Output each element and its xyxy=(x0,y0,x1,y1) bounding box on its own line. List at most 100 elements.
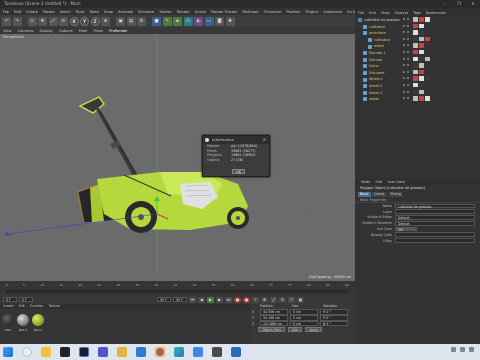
object-name[interactable]: wheel.2 xyxy=(369,83,382,90)
camera-icon[interactable]: ◙ xyxy=(215,16,224,26)
visibility-dot-icon[interactable] xyxy=(403,90,405,93)
menu-item-tracker[interactable]: Tracker xyxy=(159,10,172,14)
position-z-field[interactable]: 121.686 cm xyxy=(260,320,288,327)
material-tag-icon[interactable] xyxy=(419,96,424,101)
material-tag-icon[interactable] xyxy=(419,43,424,48)
keyframe-icon[interactable]: ? xyxy=(252,296,259,303)
object-row[interactable]: cultivator xyxy=(355,36,480,44)
object-row[interactable]: Extruded xyxy=(355,69,480,77)
menu-item-simulate[interactable]: Simulate xyxy=(138,10,154,14)
object-row[interactable]: cultivator xyxy=(355,23,480,31)
visibility-dot-icon[interactable] xyxy=(407,50,409,53)
material-ball[interactable] xyxy=(17,314,29,326)
apply-button[interactable]: Apply xyxy=(305,327,323,333)
current-frame-field[interactable]: 0 F xyxy=(19,296,33,303)
material-tag-icon[interactable] xyxy=(425,76,430,81)
visibility-dot-icon[interactable] xyxy=(407,64,409,67)
attribute-tab-coord[interactable]: Coord. xyxy=(372,191,388,197)
material-tag-icon[interactable] xyxy=(419,56,424,62)
floor-icon[interactable]: ▭ xyxy=(204,16,214,26)
menu-item-select[interactable]: Select xyxy=(60,10,71,14)
maximize-button[interactable]: ❐ xyxy=(452,0,466,8)
menu-item-render[interactable]: Render xyxy=(177,10,190,14)
end-frame-field[interactable]: 90 F xyxy=(157,296,171,303)
visibility-dot-icon[interactable] xyxy=(407,44,409,47)
visibility-dot-icon[interactable] xyxy=(403,24,405,27)
object-name[interactable]: Wheel.1 xyxy=(369,76,383,83)
visibility-dot-icon[interactable] xyxy=(403,31,405,34)
undo-icon[interactable]: ↶ xyxy=(2,16,11,26)
material-tag-icon[interactable] xyxy=(419,49,424,55)
menu-item-snap[interactable]: Snap xyxy=(104,10,113,14)
material-tag-icon[interactable] xyxy=(425,96,430,101)
minimize-button[interactable]: – xyxy=(438,0,452,8)
size-z-field[interactable]: 0 cm xyxy=(290,320,318,327)
menu-item-pipeline[interactable]: Pipeline xyxy=(286,10,300,14)
menu-item-create[interactable]: Create xyxy=(26,10,38,14)
timeline-track[interactable] xyxy=(6,290,349,293)
object-name[interactable]: wheel.3 xyxy=(369,90,382,97)
attribute-property-value[interactable] xyxy=(395,238,475,244)
attribute-property-value[interactable]: Default xyxy=(395,220,475,226)
record-icon[interactable]: ● xyxy=(234,296,241,303)
attribute-menu-edit[interactable]: Edit xyxy=(376,180,383,184)
material-tag-icon[interactable] xyxy=(413,23,418,29)
object-menu-bookmarks[interactable]: Bookmarks xyxy=(426,11,446,15)
material-ball[interactable] xyxy=(2,314,14,326)
object-menu-view[interactable]: View xyxy=(381,11,390,15)
light-icon[interactable]: ✺ xyxy=(225,16,235,26)
size-x-field[interactable]: 0 cm xyxy=(290,309,318,315)
material-tag-icon[interactable] xyxy=(413,69,418,75)
dialog-close-icon[interactable]: ✕ xyxy=(263,136,266,144)
visibility-dot-icon[interactable] xyxy=(407,37,409,40)
timeline[interactable]: 0 5 10 15 20 25 30 35 40 45 50 55 60 65 70 75 80 85 90 xyxy=(0,281,355,295)
object-name[interactable]: wheel xyxy=(369,96,379,103)
play-icon[interactable]: ▶ xyxy=(207,296,214,303)
menu-item-character[interactable]: Character xyxy=(264,10,282,14)
object-row[interactable]: wheel.2 xyxy=(355,82,480,90)
edge-icon[interactable] xyxy=(174,347,184,357)
object-name[interactable]: arrachera xyxy=(369,30,385,37)
z-axis-toggle[interactable]: Z xyxy=(90,16,100,26)
grid-key-icon[interactable]: ▦ xyxy=(297,296,304,303)
move-icon[interactable]: ✥ xyxy=(38,16,47,26)
material-tag-icon[interactable] xyxy=(425,56,430,62)
visibility-dot-icon[interactable] xyxy=(407,57,409,60)
render-view-icon[interactable]: ▣ xyxy=(116,16,125,26)
coordinate-system-icon[interactable]: ⊕ xyxy=(101,16,110,26)
visibility-dot-icon[interactable] xyxy=(403,37,405,40)
object-menu-objects[interactable]: Objects xyxy=(395,11,409,15)
x-axis-toggle[interactable]: X xyxy=(69,16,79,26)
material-tag-icon[interactable] xyxy=(413,76,418,81)
menu-item-plugins[interactable]: Plugins xyxy=(305,10,318,14)
object-row[interactable]: Wheel.1 xyxy=(355,76,480,83)
start-icon[interactable] xyxy=(3,347,13,357)
attribute-property-value[interactable] xyxy=(395,232,475,238)
object-name[interactable]: wheel xyxy=(374,43,384,50)
material-tag-icon[interactable] xyxy=(419,89,424,95)
param-key-icon[interactable]: P xyxy=(288,296,295,303)
viewport[interactable]: Perspective Grid Spacing : 10000 cm xyxy=(0,34,355,281)
visibility-dot-icon[interactable] xyxy=(403,97,405,100)
menu-item-tools[interactable]: Tools xyxy=(76,10,85,14)
material-tag-icon[interactable] xyxy=(413,82,418,88)
go-end-icon[interactable]: ⏭ xyxy=(225,296,232,303)
rotate-key-icon[interactable]: ⟳ xyxy=(279,296,286,303)
menu-item-edit[interactable]: Edit xyxy=(14,10,21,14)
material-tag-icon[interactable] xyxy=(419,63,424,68)
viewport-menu-filter[interactable]: Filter xyxy=(79,29,88,33)
material-ball[interactable] xyxy=(32,314,44,326)
attribute-property-value[interactable] xyxy=(395,209,475,215)
object-menu-edit[interactable]: Edit xyxy=(369,11,376,15)
pen-icon[interactable]: ✎ xyxy=(162,16,172,26)
viewport-menu-display[interactable]: Display xyxy=(40,29,53,33)
attribute-tab-phong[interactable]: Phong xyxy=(388,191,403,197)
attribute-property-value[interactable]: Default xyxy=(395,215,475,220)
folder-icon[interactable] xyxy=(117,347,127,357)
photos-icon[interactable] xyxy=(193,347,203,357)
material-menu-function[interactable]: Function xyxy=(30,304,44,309)
material-tag-icon[interactable] xyxy=(419,23,424,29)
material-tag-icon[interactable] xyxy=(425,17,430,22)
object-row[interactable]: wheel.3 xyxy=(355,89,480,97)
material-menu-texture[interactable]: Texture xyxy=(48,304,60,309)
